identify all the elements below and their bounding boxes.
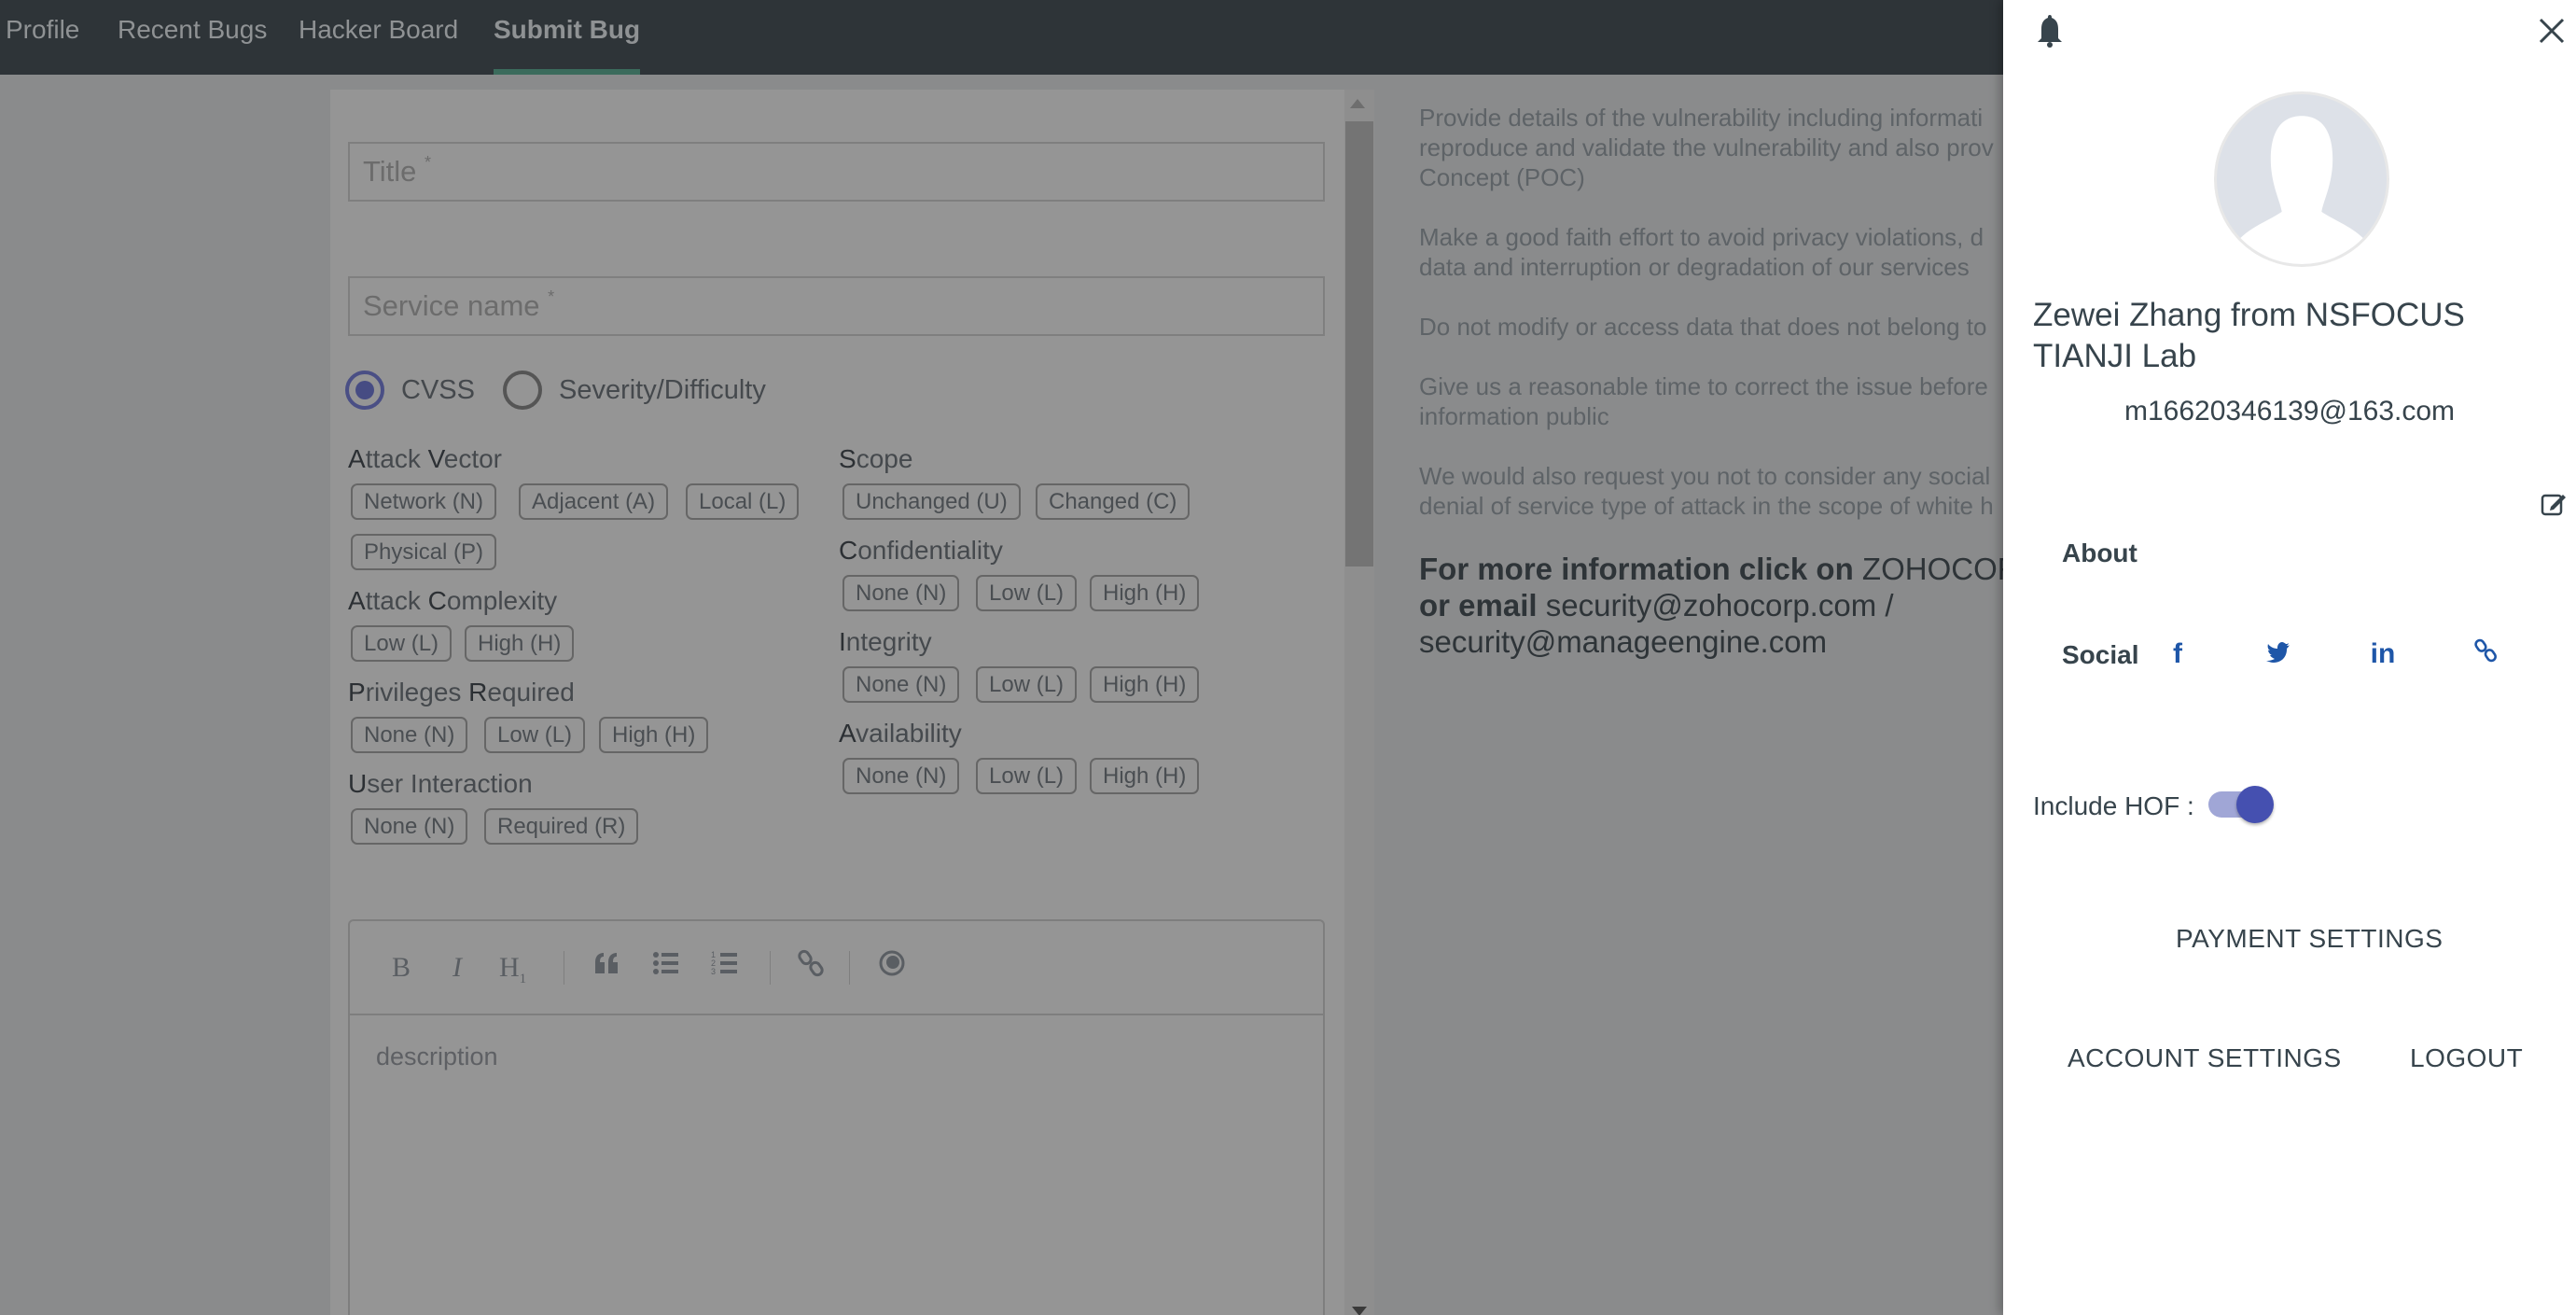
close-drawer-icon[interactable] <box>2538 17 2566 45</box>
link-icon[interactable] <box>796 949 828 986</box>
italic-button[interactable]: I <box>445 949 469 986</box>
severity-difficulty-radio[interactable] <box>502 371 542 410</box>
scrollbar-thumb[interactable] <box>1345 121 1373 567</box>
numbered-list-icon[interactable]: 123 <box>709 949 741 986</box>
scope-unchanged-chip[interactable]: Unchanged (U) <box>842 483 1021 520</box>
availability-label: Availability <box>839 719 962 748</box>
user-email: m16620346139@163.com <box>2123 396 2456 427</box>
scope-label: Scope <box>839 444 913 473</box>
integrity-high-chip[interactable]: High (H) <box>1090 666 1200 703</box>
tab-submit-bug[interactable]: Submit Bug <box>494 13 641 75</box>
title-placeholder: Title * <box>363 153 432 188</box>
integrity-none-chip[interactable]: None (N) <box>842 666 960 703</box>
attack-vector-physical-chip[interactable]: Physical (P) <box>351 534 497 570</box>
guideline-poc: Provide details of the vulnerability inc… <box>1419 104 1994 191</box>
confidentiality-high-chip[interactable]: High (H) <box>1090 575 1200 611</box>
tab-recent-bugs[interactable]: Recent Bugs <box>118 13 267 75</box>
integrity-low-chip[interactable]: Low (L) <box>976 666 1078 703</box>
description-editor: B I H1 123 description <box>348 919 1325 1315</box>
attack-complexity-low-chip[interactable]: Low (L) <box>351 625 453 662</box>
linkedin-icon[interactable]: in <box>2367 638 2399 670</box>
attack-vector-label: Attack Vector <box>348 444 502 473</box>
more-info: For more information click on ZOHOCORP o… <box>1419 552 2040 659</box>
include-hof-label: Include HOF : <box>2033 791 2194 820</box>
user-interaction-none-chip[interactable]: None (N) <box>351 808 468 845</box>
privileges-required-label: Privileges Required <box>348 678 575 706</box>
integrity-label: Integrity <box>839 627 932 656</box>
manageengine-email-link[interactable]: security@manageengine.com <box>1419 624 1827 659</box>
guideline-privacy: Make a good faith effort to avoid privac… <box>1419 223 1984 281</box>
edit-profile-icon[interactable] <box>2541 491 2567 517</box>
privileges-high-chip[interactable]: High (H) <box>599 717 709 753</box>
guideline-data: Do not modify or access data that does n… <box>1419 313 1987 341</box>
preview-eye-icon[interactable] <box>876 949 908 986</box>
availability-high-chip[interactable]: High (H) <box>1090 758 1200 794</box>
quote-icon[interactable] <box>591 949 622 986</box>
about-label: About <box>2062 539 2137 567</box>
facebook-icon[interactable]: f <box>2162 638 2193 670</box>
logout-link[interactable]: LOGOUT <box>2410 1043 2523 1073</box>
scope-changed-chip[interactable]: Changed (C) <box>1036 483 1191 520</box>
attack-vector-adjacent-chip[interactable]: Adjacent (A) <box>519 483 669 520</box>
confidentiality-low-chip[interactable]: Low (L) <box>976 575 1078 611</box>
editor-toolbar: B I H1 123 <box>350 921 1323 1015</box>
privileges-low-chip[interactable]: Low (L) <box>484 717 586 753</box>
guideline-social: We would also request you not to conside… <box>1419 462 1994 520</box>
title-input[interactable]: Title * <box>348 142 1325 202</box>
bullet-list-icon[interactable] <box>650 949 682 986</box>
svg-text:3: 3 <box>711 967 716 976</box>
tab-profile[interactable]: Profile <box>6 13 79 75</box>
zohocorp-email-link[interactable]: security@zohocorp.com / <box>1546 588 1894 623</box>
scroll-up-arrow-icon[interactable] <box>1350 99 1365 108</box>
user-name: Zewei Zhang from NSFOCUS TIANJI Lab <box>2033 297 2465 374</box>
user-interaction-required-chip[interactable]: Required (R) <box>484 808 639 845</box>
attack-complexity-label: Attack Complexity <box>348 586 558 615</box>
toolbar-separator <box>770 951 771 985</box>
attack-vector-network-chip[interactable]: Network (N) <box>351 483 497 520</box>
heading-button[interactable]: H1 <box>499 949 540 986</box>
submission-guidelines: Provide details of the vulnerability inc… <box>1419 103 2040 660</box>
attack-complexity-high-chip[interactable]: High (H) <box>465 625 575 662</box>
scroll-down-arrow-icon[interactable] <box>1352 1307 1367 1315</box>
guideline-time: Give us a reasonable time to correct the… <box>1419 372 1988 430</box>
confidentiality-label: Confidentiality <box>839 536 1003 565</box>
toolbar-separator <box>849 951 850 985</box>
attack-vector-local-chip[interactable]: Local (L) <box>686 483 800 520</box>
description-placeholder[interactable]: description <box>376 1042 498 1071</box>
default-avatar-icon <box>2233 116 2371 264</box>
service-name-placeholder: Service name * <box>363 287 555 322</box>
service-name-input[interactable]: Service name * <box>348 276 1325 336</box>
profile-drawer: Zewei Zhang from NSFOCUS TIANJI Lab m166… <box>2003 0 2576 1315</box>
availability-low-chip[interactable]: Low (L) <box>976 758 1078 794</box>
account-settings-link[interactable]: ACCOUNT SETTINGS <box>2068 1043 2342 1073</box>
scoring-radio-group: CVSS Severity/Difficulty <box>345 370 794 411</box>
website-link-icon[interactable] <box>2471 638 2502 670</box>
tab-hacker-board[interactable]: Hacker Board <box>299 13 458 75</box>
severity-difficulty-radio-label[interactable]: Severity/Difficulty <box>559 375 766 406</box>
cvss-radio-label[interactable]: CVSS <box>401 375 475 406</box>
twitter-icon[interactable] <box>2263 638 2294 670</box>
payment-settings-link[interactable]: PAYMENT SETTINGS <box>2176 924 2443 954</box>
notification-bell-icon[interactable] <box>2036 13 2064 49</box>
toggle-knob[interactable] <box>2236 786 2274 823</box>
include-hof-toggle[interactable] <box>2208 786 2274 823</box>
social-label: Social <box>2062 640 2139 669</box>
availability-none-chip[interactable]: None (N) <box>842 758 960 794</box>
bold-button[interactable]: B <box>387 949 415 986</box>
avatar[interactable] <box>2214 91 2389 267</box>
privileges-none-chip[interactable]: None (N) <box>351 717 468 753</box>
cvss-radio[interactable] <box>345 371 384 410</box>
user-interaction-label: User Interaction <box>348 769 533 798</box>
confidentiality-none-chip[interactable]: None (N) <box>842 575 960 611</box>
